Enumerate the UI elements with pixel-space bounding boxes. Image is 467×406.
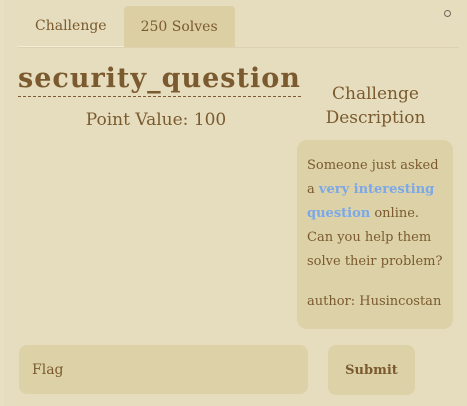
tab-solves[interactable]: 250 Solves	[123, 6, 235, 48]
flag-input[interactable]	[19, 345, 308, 394]
close-icon[interactable]	[444, 10, 451, 17]
tab-divider	[18, 47, 459, 48]
point-value: Point Value: 100	[85, 110, 227, 130]
tab-challenge[interactable]: Challenge	[18, 6, 124, 48]
description-text: Someone just asked a very interesting qu…	[307, 154, 443, 274]
description-box: Someone just asked a very interesting qu…	[297, 140, 453, 329]
tab-bar: Challenge 250 Solves	[18, 6, 235, 48]
author-line: author: Husincostan	[307, 294, 442, 309]
submit-button[interactable]: Submit	[328, 345, 415, 395]
description-header: Challenge Description	[325, 84, 426, 128]
challenge-title: security_question	[18, 62, 301, 97]
